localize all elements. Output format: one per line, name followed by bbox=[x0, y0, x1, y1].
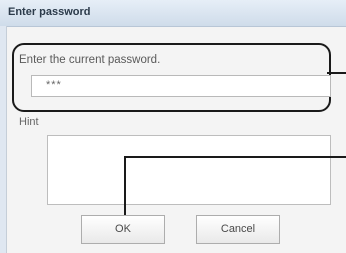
window-left-edge bbox=[0, 26, 7, 253]
callout-leader-line-top bbox=[327, 72, 346, 74]
enter-password-dialog: Enter password Enter the current passwor… bbox=[0, 0, 346, 253]
current-password-input[interactable] bbox=[31, 75, 331, 97]
callout-leader-line-ok-vertical bbox=[124, 156, 126, 215]
dialog-title: Enter password bbox=[8, 6, 91, 18]
current-password-value: *** bbox=[46, 79, 62, 91]
hint-label: Hint bbox=[19, 116, 39, 128]
title-bar: Enter password bbox=[0, 0, 346, 27]
callout-leader-line-ok-horizontal bbox=[124, 156, 346, 158]
ok-button[interactable]: OK bbox=[81, 215, 165, 244]
hint-text-area bbox=[47, 135, 331, 205]
password-prompt-label: Enter the current password. bbox=[19, 54, 161, 66]
cancel-button[interactable]: Cancel bbox=[196, 215, 280, 244]
